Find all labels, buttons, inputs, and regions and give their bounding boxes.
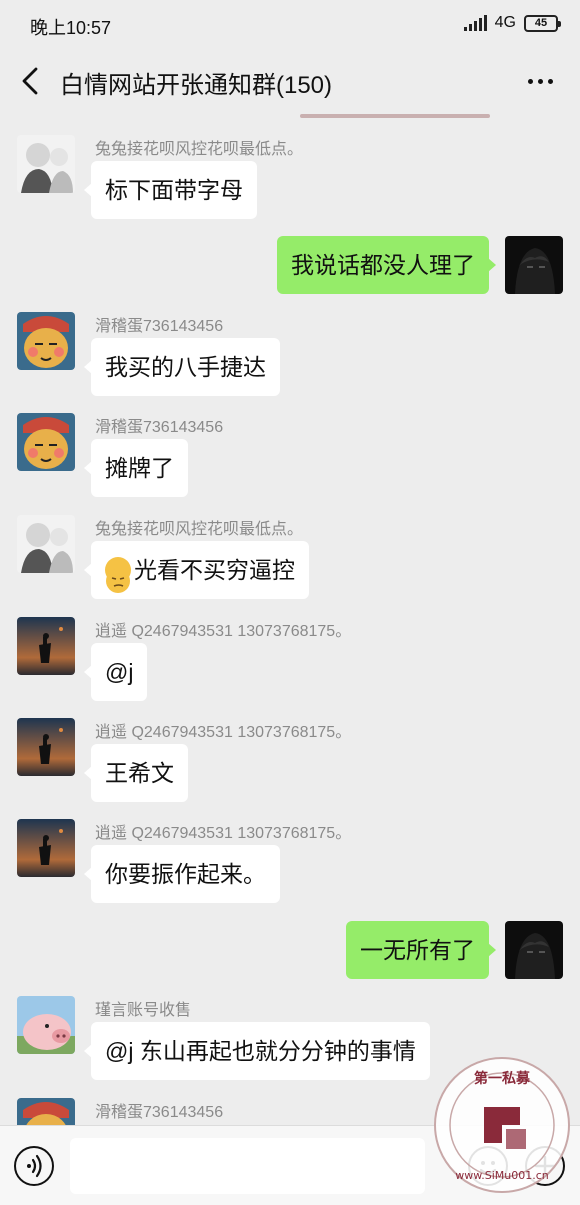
sender-name: 瑾言账号收售 [95,1002,192,1019]
message-bubble[interactable]: 标下面带字母 [84,161,257,219]
avatar[interactable] [17,413,75,471]
smirk-emoji-icon [105,556,131,593]
sender-name: 逍遥 Q2467943531 13073768175。 [95,825,352,842]
status-time: 晚上10:57 [30,18,112,38]
avatar[interactable] [17,617,75,675]
sender-name: 逍遥 Q2467943531 13073768175。 [95,724,352,741]
title-bar: 白情网站开张通知群(150) [0,50,580,112]
avatar[interactable] [17,819,75,877]
message-bubble[interactable]: 一无所有了 [346,921,496,979]
message-input[interactable] [70,1138,425,1194]
avatar[interactable] [17,135,75,193]
sender-name: 逍遥 Q2467943531 13073768175。 [95,623,352,640]
message-bubble[interactable]: 我买的八手捷达 [84,338,280,396]
sender-name: 滑稽蛋736143456 [95,419,224,436]
svg-text:www.SiMu001.cn: www.SiMu001.cn [455,1169,549,1182]
sender-name: 兔兔接花呗风控花呗最低点。 [95,141,304,158]
avatar[interactable] [17,1098,75,1125]
message-bubble[interactable]: @j [83,643,148,701]
svg-text:第一私募: 第一私募 [474,1070,531,1087]
sender-name: 滑稽蛋736143456 [95,1104,224,1121]
network-label: 4G [494,14,516,31]
avatar[interactable] [505,236,563,294]
message-bubble[interactable]: 王希文 [84,744,188,802]
message-text: 光看不买穷逼控 [134,557,295,583]
avatar[interactable] [505,921,563,979]
message-list[interactable]: 兔兔接花呗风控花呗最低点。 标下面带字母 我说话都没人理了 滑稽蛋7361434… [0,120,580,1125]
voice-icon[interactable] [14,1146,54,1186]
avatar[interactable] [17,996,75,1054]
message-bubble[interactable]: @j 东山再起也就分分钟的事情 [84,1022,430,1080]
status-bar: 晚上10:57 4G 45 [0,0,580,50]
signal-icon [463,15,487,31]
status-indicators: 4G 45 [463,14,561,32]
chat-title: 白情网站开张通知群(150) [60,72,333,99]
sender-name: 滑稽蛋736143456 [95,318,224,335]
message-bubble[interactable]: 我说话都没人理了 [277,236,496,294]
watermark-seal: 第一私募 www.SiMu001.cn [432,1055,572,1195]
pinned-strip [300,114,490,118]
avatar[interactable] [17,312,75,370]
battery-icon: 45 [524,14,561,32]
more-dots-icon[interactable] [520,64,560,98]
avatar[interactable] [17,515,75,573]
back-arrow-icon[interactable] [14,62,48,100]
battery-level: 45 [534,16,548,29]
message-bubble[interactable]: 你要振作起来。 [84,845,280,903]
message-bubble[interactable]: 光看不买穷逼控 [84,541,309,599]
message-bubble[interactable]: 摊牌了 [84,439,188,497]
sender-name: 兔兔接花呗风控花呗最低点。 [95,521,304,538]
avatar[interactable] [17,718,75,776]
